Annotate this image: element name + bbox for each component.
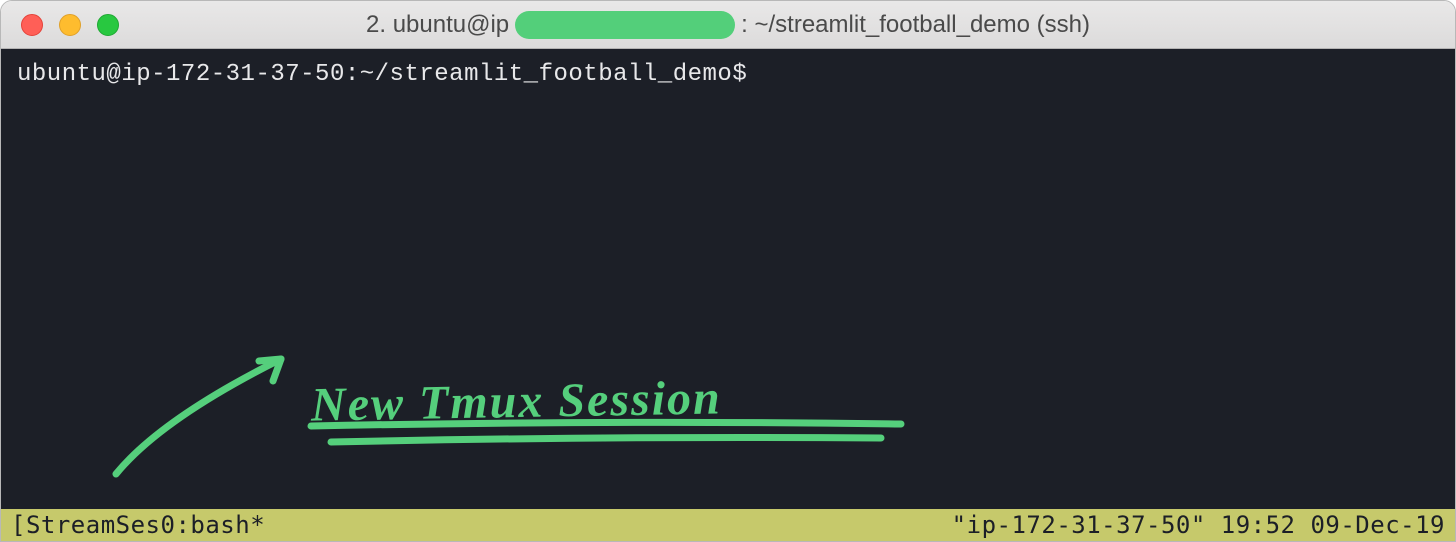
tmux-statusbar: [StreamSes0:bash* "ip-172-31-37-50" 19:5… [1, 509, 1455, 541]
annotation-label: New Tmux Session [311, 370, 723, 432]
window-titlebar: 2. ubuntu@ip : ~/streamlit_football_demo… [1, 1, 1455, 49]
terminal-window: 2. ubuntu@ip : ~/streamlit_football_demo… [0, 0, 1456, 542]
tmux-session-info: [StreamSes0:bash* [11, 511, 265, 539]
maximize-button[interactable] [97, 14, 119, 36]
redacted-host [515, 11, 735, 39]
terminal-pane[interactable]: ubuntu@ip-172-31-37-50:~/streamlit_footb… [1, 49, 1455, 509]
window-title: 2. ubuntu@ip : ~/streamlit_football_demo… [1, 11, 1455, 39]
traffic-lights [21, 14, 119, 36]
title-suffix: : ~/streamlit_football_demo (ssh) [741, 11, 1090, 39]
annotation-underline [301, 414, 921, 454]
close-button[interactable] [21, 14, 43, 36]
shell-prompt: ubuntu@ip-172-31-37-50:~/streamlit_footb… [17, 61, 1439, 88]
tmux-host-time: "ip-172-31-37-50" 19:52 09-Dec-19 [952, 511, 1445, 539]
arrow-annotation [101, 339, 341, 479]
title-prefix: 2. ubuntu@ip [366, 11, 509, 39]
minimize-button[interactable] [59, 14, 81, 36]
